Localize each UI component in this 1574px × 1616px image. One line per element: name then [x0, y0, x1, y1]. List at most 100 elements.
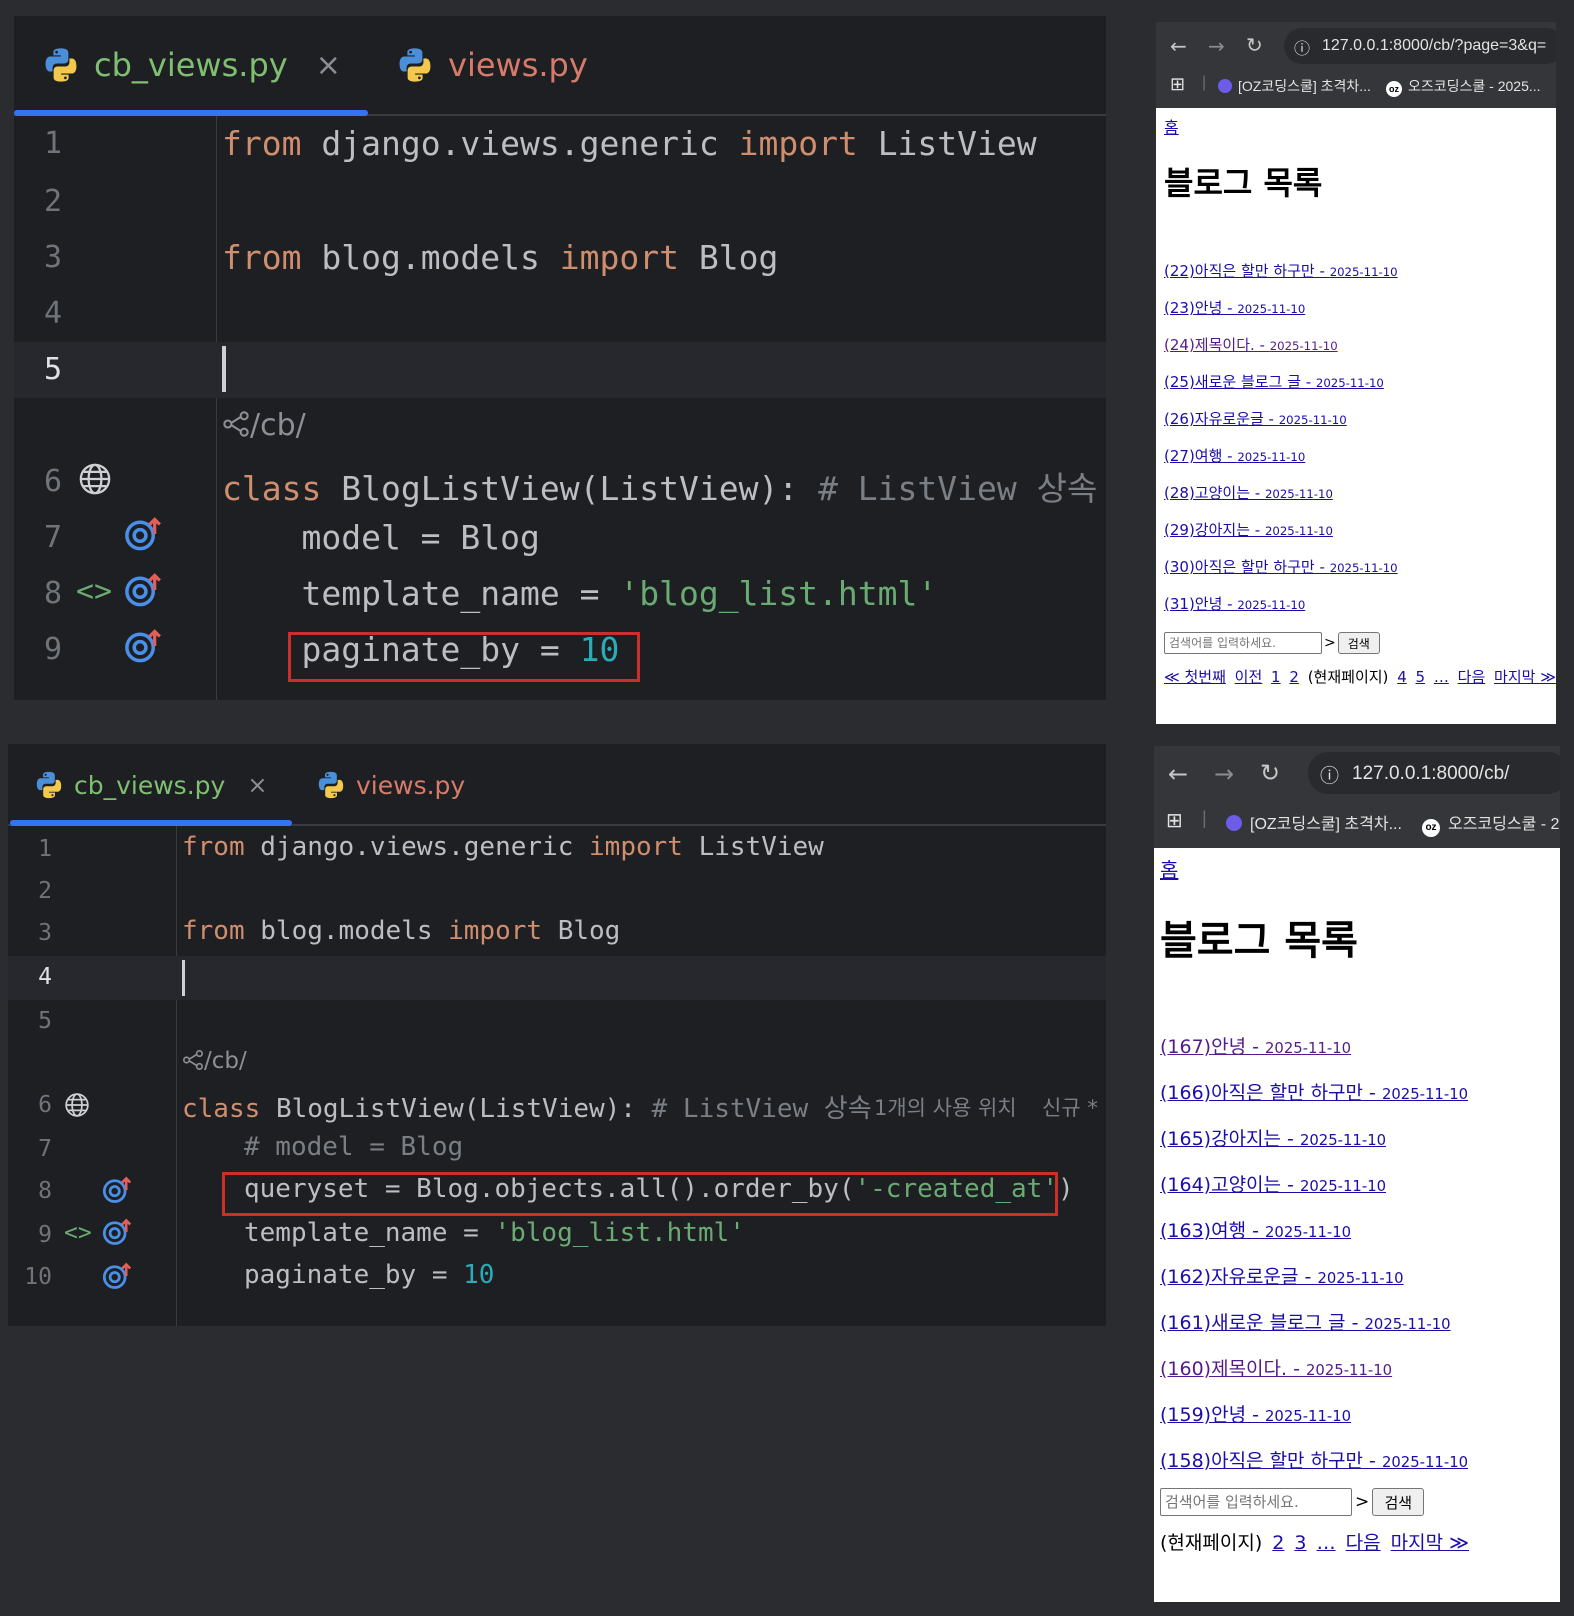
pager-ellipsis[interactable]: … — [1434, 668, 1449, 686]
page-link-5[interactable]: 5 — [1416, 668, 1426, 686]
site-info-icon[interactable]: ⓘ — [1320, 761, 1339, 788]
endpoint-hint[interactable]: /cb/ — [182, 1048, 247, 1074]
close-icon[interactable]: × — [247, 771, 267, 799]
globe-icon[interactable] — [78, 462, 112, 496]
forward-arrow-icon[interactable]: → — [1214, 760, 1234, 788]
back-arrow-icon[interactable]: ← — [1170, 34, 1187, 58]
close-icon[interactable]: × — [316, 48, 341, 83]
override-target-icon[interactable] — [102, 1262, 132, 1290]
search-input[interactable] — [1164, 632, 1322, 654]
tab-views[interactable]: views.py — [316, 766, 465, 804]
new-author-hint[interactable]: 신규 * — [1042, 1092, 1098, 1122]
list-item[interactable]: (164)고양이는 - 2025-11-10 — [1160, 1170, 1386, 1197]
list-item[interactable]: (160)제목이다. - 2025-11-10 — [1160, 1354, 1392, 1381]
last-page-link[interactable]: 마지막 ≫ — [1391, 1532, 1469, 1554]
endpoint-path: /cb/ — [204, 1048, 247, 1074]
page-link-1[interactable]: 1 — [1271, 668, 1281, 686]
apps-grid-icon[interactable]: ⊞ — [1166, 808, 1183, 833]
override-target-icon[interactable] — [124, 572, 162, 608]
forward-arrow-icon[interactable]: → — [1208, 34, 1225, 58]
usage-count-hint[interactable]: 1개의 사용 위치 — [874, 1092, 1017, 1122]
list-item[interactable]: (167)안녕 - 2025-11-10 — [1160, 1032, 1351, 1059]
post-link[interactable]: (28)고양이는 - 2025-11-10 — [1164, 484, 1333, 502]
tab-cb-views[interactable]: cb_views.py × — [42, 42, 341, 88]
list-item[interactable]: (23)안녕 - 2025-11-10 — [1164, 297, 1305, 318]
page-link-2[interactable]: 2 — [1272, 1532, 1284, 1554]
post-link[interactable]: (162)자유로운글 - 2025-11-10 — [1160, 1266, 1404, 1288]
template-link-icon[interactable]: <> — [76, 574, 112, 609]
post-link[interactable]: (26)자유로운글 - 2025-11-10 — [1164, 410, 1347, 428]
post-link[interactable]: (30)아직은 할만 하구만 - 2025-11-10 — [1164, 558, 1398, 576]
list-item[interactable]: (27)여행 - 2025-11-10 — [1164, 445, 1305, 466]
list-item[interactable]: (166)아직은 할만 하구만 - 2025-11-10 — [1160, 1078, 1468, 1105]
override-target-icon[interactable] — [124, 516, 162, 552]
tab-cb-views[interactable]: cb_views.py × — [34, 766, 267, 804]
page-link-4[interactable]: 4 — [1397, 668, 1407, 686]
list-item[interactable]: (162)자유로운글 - 2025-11-10 — [1160, 1262, 1404, 1289]
list-item[interactable]: (22)아직은 할만 하구만 - 2025-11-10 — [1164, 260, 1398, 281]
bookmark-item[interactable]: [OZ코딩스쿨] 초격차... — [1218, 76, 1371, 96]
search-button[interactable]: 검색 — [1372, 1488, 1425, 1516]
post-link[interactable]: (25)새로운 블로그 글 - 2025-11-10 — [1164, 373, 1384, 391]
post-link[interactable]: (29)강아지는 - 2025-11-10 — [1164, 521, 1333, 539]
globe-icon[interactable] — [64, 1092, 90, 1118]
prev-page-link[interactable]: 이전 — [1235, 668, 1263, 686]
endpoint-hint[interactable]: /cb/ — [222, 408, 306, 443]
code-editor-top[interactable]: 1 from django.views.generic import ListV… — [14, 116, 1106, 700]
post-link[interactable]: (22)아직은 할만 하구만 - 2025-11-10 — [1164, 262, 1398, 280]
post-link[interactable]: (167)안녕 - 2025-11-10 — [1160, 1036, 1351, 1058]
list-item[interactable]: (29)강아지는 - 2025-11-10 — [1164, 519, 1333, 540]
list-item[interactable]: (25)새로운 블로그 글 - 2025-11-10 — [1164, 371, 1384, 392]
address-bar[interactable]: ⓘ 127.0.0.1:8000/cb/?page=3&q= — [1284, 28, 1556, 64]
reload-icon[interactable]: ↻ — [1246, 33, 1263, 57]
list-item[interactable]: (161)새로운 블로그 글 - 2025-11-10 — [1160, 1308, 1451, 1335]
address-bar[interactable]: ⓘ 127.0.0.1:8000/cb/ — [1308, 752, 1560, 794]
list-item[interactable]: (26)자유로운글 - 2025-11-10 — [1164, 408, 1347, 429]
home-link[interactable]: 홈 — [1160, 854, 1178, 883]
first-page-link[interactable]: ≪ 첫번째 — [1164, 668, 1226, 686]
post-link[interactable]: (163)여행 - 2025-11-10 — [1160, 1220, 1351, 1242]
tab-views[interactable]: views.py — [396, 42, 588, 88]
bookmark-item[interactable]: oz 오즈코딩스쿨 - 2 — [1422, 810, 1559, 837]
pager-ellipsis[interactable]: … — [1317, 1532, 1336, 1554]
page-link-2[interactable]: 2 — [1289, 668, 1299, 686]
last-page-link[interactable]: 마지막 ≫ — [1494, 668, 1556, 686]
next-page-link[interactable]: 다음 — [1346, 1532, 1381, 1554]
reload-icon[interactable]: ↻ — [1260, 759, 1280, 787]
post-link[interactable]: (31)안녕 - 2025-11-10 — [1164, 595, 1305, 613]
back-arrow-icon[interactable]: ← — [1168, 760, 1188, 788]
post-link[interactable]: (23)안녕 - 2025-11-10 — [1164, 299, 1305, 317]
bookmark-item[interactable]: [OZ코딩스쿨] 초격차... — [1226, 810, 1402, 834]
code-editor-bottom[interactable]: 1 from django.views.generic import ListV… — [8, 826, 1106, 1326]
search-button[interactable]: 검색 — [1337, 632, 1380, 654]
list-item[interactable]: (159)안녕 - 2025-11-10 — [1160, 1400, 1351, 1427]
home-link[interactable]: 홈 — [1164, 114, 1179, 138]
bookmark-item[interactable]: oz 오즈코딩스쿨 - 2025... — [1386, 76, 1541, 97]
post-link[interactable]: (158)아직은 할만 하구만 - 2025-11-10 — [1160, 1450, 1468, 1472]
post-link[interactable]: (24)제목이다. - 2025-11-10 — [1164, 336, 1338, 354]
override-target-icon[interactable] — [102, 1218, 132, 1246]
post-link[interactable]: (27)여행 - 2025-11-10 — [1164, 447, 1305, 465]
list-item[interactable]: (31)안녕 - 2025-11-10 — [1164, 593, 1305, 614]
list-item[interactable]: (158)아직은 할만 하구만 - 2025-11-10 — [1160, 1446, 1468, 1473]
post-link[interactable]: (165)강아지는 - 2025-11-10 — [1160, 1128, 1386, 1150]
list-item[interactable]: (24)제목이다. - 2025-11-10 — [1164, 334, 1338, 355]
list-item[interactable]: (28)고양이는 - 2025-11-10 — [1164, 482, 1333, 503]
post-link[interactable]: (161)새로운 블로그 글 - 2025-11-10 — [1160, 1312, 1451, 1334]
list-item[interactable]: (163)여행 - 2025-11-10 — [1160, 1216, 1351, 1243]
next-page-link[interactable]: 다음 — [1458, 668, 1486, 686]
template-link-icon[interactable]: <> — [64, 1220, 92, 1246]
override-target-icon[interactable] — [124, 628, 162, 664]
site-info-icon[interactable]: ⓘ — [1294, 35, 1310, 59]
list-item[interactable]: (30)아직은 할만 하구만 - 2025-11-10 — [1164, 556, 1398, 577]
apps-grid-icon[interactable]: ⊞ — [1170, 74, 1185, 95]
page-link-3[interactable]: 3 — [1294, 1532, 1306, 1554]
post-link[interactable]: (164)고양이는 - 2025-11-10 — [1160, 1174, 1386, 1196]
post-title: (24)제목이다. - — [1164, 336, 1270, 354]
override-target-icon[interactable] — [102, 1176, 132, 1204]
search-input[interactable] — [1160, 1488, 1352, 1516]
post-link[interactable]: (159)안녕 - 2025-11-10 — [1160, 1404, 1351, 1426]
list-item[interactable]: (165)강아지는 - 2025-11-10 — [1160, 1124, 1386, 1151]
post-link[interactable]: (160)제목이다. - 2025-11-10 — [1160, 1358, 1392, 1380]
post-link[interactable]: (166)아직은 할만 하구만 - 2025-11-10 — [1160, 1082, 1468, 1104]
